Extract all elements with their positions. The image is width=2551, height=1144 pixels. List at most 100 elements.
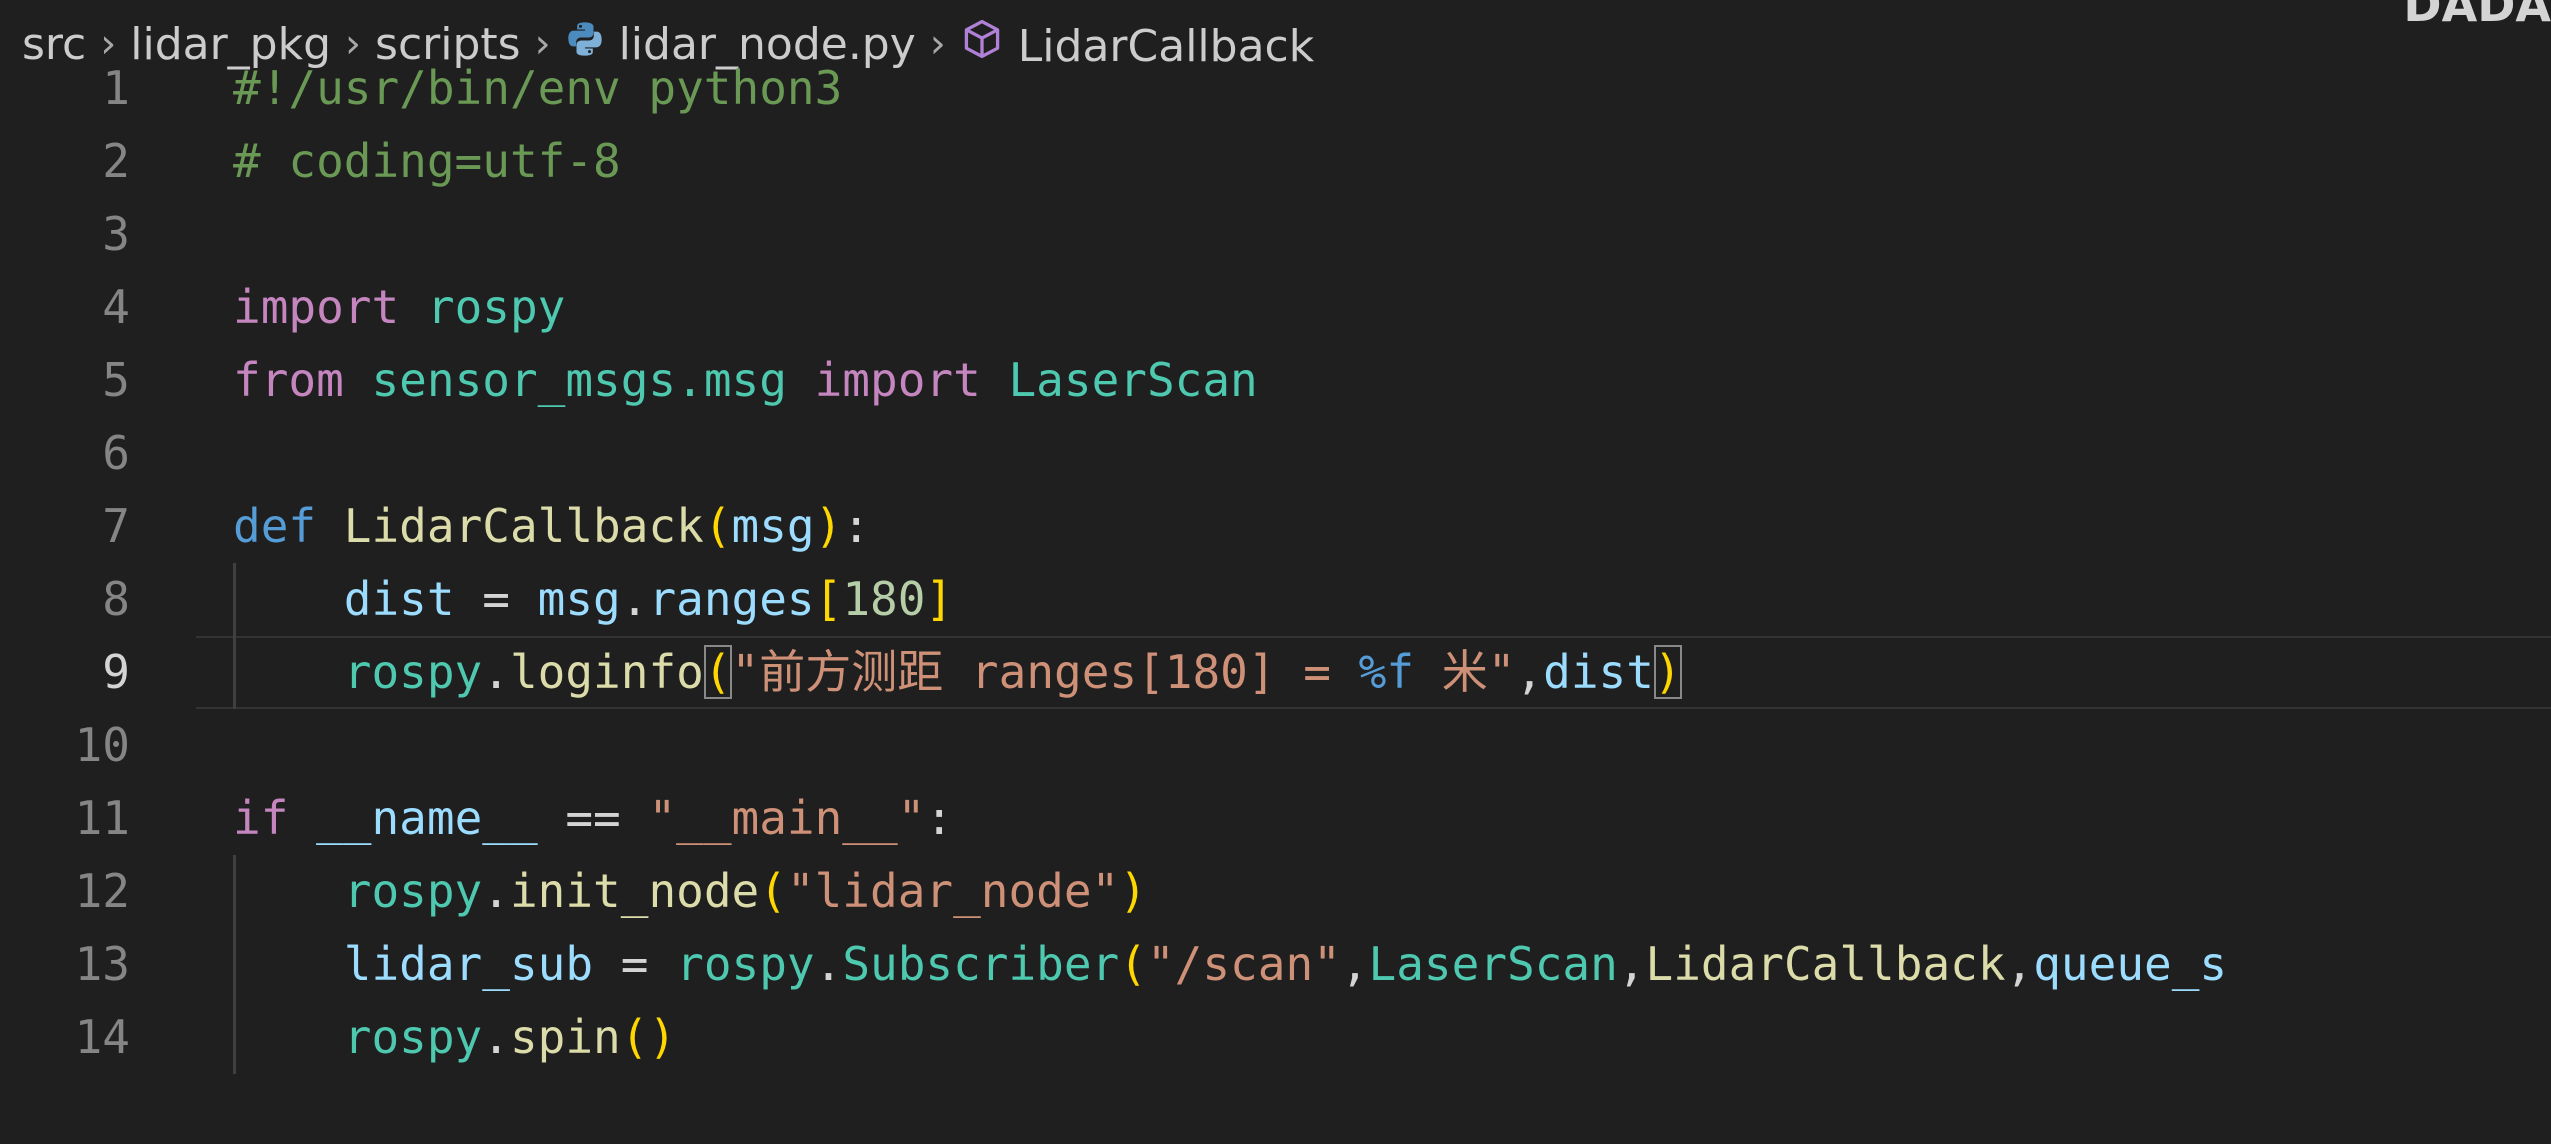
code-text: #!/usr/bin/env python3	[233, 52, 842, 125]
code-token: ,	[2005, 937, 2034, 991]
line-number: 7	[102, 499, 130, 553]
code-token: #!/usr/bin/env python3	[233, 61, 843, 115]
line-number: 13	[74, 937, 130, 991]
code-token: dist	[1543, 645, 1654, 699]
code-line[interactable]: 10	[0, 709, 2551, 782]
code-token: 米"	[1414, 645, 1516, 699]
code-token: rospy	[676, 937, 815, 991]
code-token: (	[703, 499, 732, 553]
code-token: ranges	[648, 572, 815, 626]
code-token: =	[593, 937, 677, 991]
code-token: "__main__"	[648, 791, 926, 845]
code-text: dist = msg.ranges[180]	[233, 563, 953, 636]
code-text: import rospy	[233, 271, 565, 344]
code-token: if	[233, 791, 289, 845]
code-token: )	[1653, 645, 1682, 699]
line-number: 11	[74, 791, 130, 845]
code-token: loginfo	[509, 645, 704, 699]
code-token: (	[620, 1010, 649, 1064]
code-token: %f	[1358, 645, 1415, 699]
code-token: 180	[842, 572, 926, 626]
code-line[interactable]: 8 dist = msg.ranges[180]	[0, 563, 2551, 636]
code-text: def LidarCallback(msg):	[233, 490, 870, 563]
code-token: .	[620, 572, 649, 626]
code-line[interactable]: 11 if __name__ == "__main__":	[0, 782, 2551, 855]
line-number: 9	[102, 645, 130, 699]
code-text: rospy.loginfo("前方测距 ranges[180] = %f 米",…	[233, 636, 1682, 709]
code-token: .	[814, 937, 843, 991]
code-line[interactable]: 12 rospy.init_node("lidar_node")	[0, 855, 2551, 928]
code-token: rospy	[343, 864, 483, 918]
code-text: if __name__ == "__main__":	[233, 782, 953, 855]
code-token: (	[1119, 937, 1147, 991]
code-line[interactable]: 2 # coding=utf-8	[0, 125, 2551, 198]
code-token: "lidar_node"	[786, 864, 1120, 918]
code-token: )	[1119, 864, 1147, 918]
code-token: spin	[509, 1010, 621, 1064]
line-number: 10	[74, 718, 130, 772]
code-editor[interactable]: 1 #!/usr/bin/env python3 2 # coding=utf-8 3 4…	[0, 52, 2551, 1074]
code-line[interactable]: 1 #!/usr/bin/env python3	[0, 52, 2551, 125]
line-number: 1	[102, 61, 130, 115]
code-token: LaserScan	[1368, 937, 1618, 991]
code-token: Subscriber	[842, 937, 1120, 991]
line-number: 12	[74, 864, 130, 918]
code-line[interactable]: 9 rospy.loginfo("前方测距 ranges[180] = %f 米…	[0, 636, 2551, 709]
code-token: ]	[925, 572, 954, 626]
code-text: rospy.init_node("lidar_node")	[233, 855, 1147, 928]
indent-guide	[233, 563, 236, 709]
code-line[interactable]: 5 from sensor_msgs.msg import LaserScan	[0, 344, 2551, 417]
code-token: "前方测距 ranges[180] =	[731, 645, 1359, 699]
code-token: LidarCallback	[343, 499, 704, 553]
code-token: lidar_sub	[343, 937, 594, 991]
code-token: )	[814, 499, 843, 553]
code-token: msg	[537, 572, 621, 626]
code-token: (	[703, 645, 732, 699]
code-text: rospy.spin()	[233, 1001, 676, 1074]
code-text: lidar_sub = rospy.Subscriber("/scan",Las…	[233, 928, 2227, 1001]
code-token: ,	[1617, 937, 1646, 991]
line-number: 14	[74, 1010, 130, 1064]
indent-guide	[233, 855, 236, 1074]
code-token: "/scan"	[1146, 937, 1341, 991]
line-number: 5	[102, 353, 130, 407]
code-token: msg	[731, 499, 815, 553]
code-token: [	[814, 572, 843, 626]
code-line[interactable]: 3	[0, 198, 2551, 271]
line-number: 8	[102, 572, 130, 626]
code-token: dist	[343, 572, 455, 626]
code-token: import	[814, 353, 981, 407]
code-token: rospy	[426, 280, 566, 334]
code-line[interactable]: 13 lidar_sub = rospy.Subscriber("/scan",…	[0, 928, 2551, 1001]
code-token: rospy	[343, 1010, 483, 1064]
code-line[interactable]: 7 def LidarCallback(msg):	[0, 490, 2551, 563]
code-line[interactable]: 6	[0, 417, 2551, 490]
code-token: sensor_msgs.msg	[371, 353, 787, 407]
code-line[interactable]: 14 rospy.spin()	[0, 1001, 2551, 1074]
code-token: :	[842, 499, 871, 553]
code-token: .	[482, 864, 510, 918]
code-token: from	[233, 353, 344, 407]
code-token: =	[454, 572, 538, 626]
code-token: .	[482, 1010, 510, 1064]
code-token: ,	[1515, 645, 1544, 699]
code-token: ,	[1340, 937, 1369, 991]
line-number: 6	[102, 426, 130, 480]
code-token: .	[482, 645, 510, 699]
code-token: LaserScan	[1008, 353, 1258, 407]
line-number: 2	[102, 134, 130, 188]
watermark: DADA	[2403, 0, 2551, 32]
code-line[interactable]: 4 import rospy	[0, 271, 2551, 344]
code-token: (	[759, 864, 787, 918]
code-text: from sensor_msgs.msg import LaserScan	[233, 344, 1258, 417]
code-token: __name__	[316, 791, 538, 845]
